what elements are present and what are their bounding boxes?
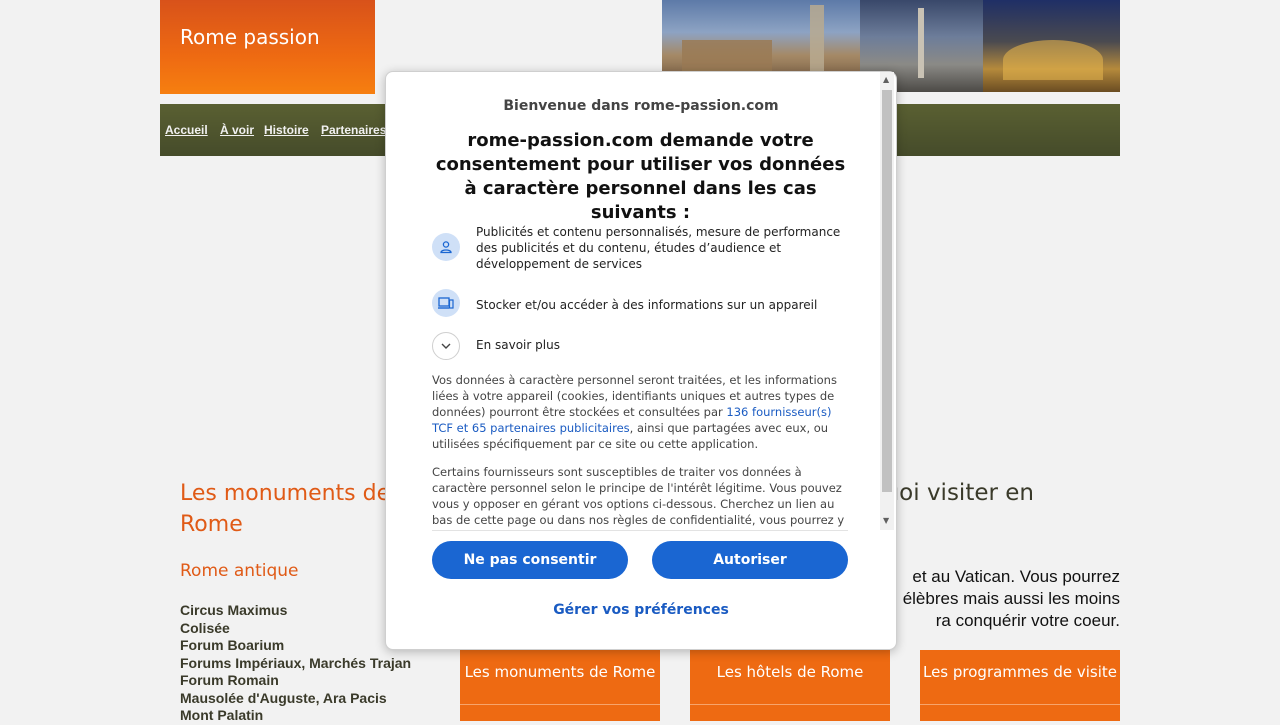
monument-link[interactable]: Colisée — [180, 620, 411, 638]
consent-dialog: Bienvenue dans rome-passion.com rome-pas… — [385, 71, 897, 650]
scroll-down-arrow-icon[interactable]: ▼ — [883, 516, 889, 525]
main-intro-text: et au Vatican. Vous pourrez élèbres mais… — [860, 566, 1120, 632]
devices-icon — [432, 289, 460, 317]
intro-line: et au Vatican. Vous pourrez — [912, 567, 1120, 586]
purpose-ads-text: Publicités et contenu personnalisés, mes… — [476, 225, 841, 271]
decline-button[interactable]: Ne pas consentir — [432, 541, 628, 579]
consent-paragraph-2: Certains fournisseurs sont susceptibles … — [432, 465, 845, 530]
nav-link-a-voir[interactable]: À voir — [220, 123, 254, 137]
monument-link[interactable]: Mont Palatin — [180, 707, 411, 725]
consent-scroll-area[interactable]: Bienvenue dans rome-passion.com rome-pas… — [386, 72, 880, 530]
tile-row-2[interactable] — [920, 704, 1120, 721]
purpose-storage-text: Stocker et/ou accéder à des informations… — [476, 298, 818, 312]
consent-welcome: Bienvenue dans rome-passion.com — [503, 98, 779, 114]
site-logo-text: Rome passion — [180, 25, 320, 49]
monument-link[interactable]: Mausolée d'Auguste, Ara Pacis — [180, 690, 411, 708]
consent-title: rome-passion.com demande votre consentem… — [435, 130, 846, 223]
monument-link[interactable]: Circus Maximus — [180, 602, 411, 620]
tile-programmes[interactable]: Les programmes de visite — [920, 650, 1120, 704]
trevi-fountain-photo — [983, 0, 1120, 92]
tile-monuments[interactable]: Les monuments de Rome — [460, 650, 660, 704]
tile-hotels[interactable]: Les hôtels de Rome — [690, 650, 890, 704]
scroll-up-arrow-icon[interactable]: ▲ — [883, 75, 889, 84]
nav-link-histoire[interactable]: Histoire — [264, 123, 309, 137]
monument-link[interactable]: Forums Impériaux, Marchés Trajan — [180, 655, 411, 673]
sidebar-subtitle: Rome antique — [180, 561, 299, 581]
scrollbar-thumb[interactable] — [882, 90, 892, 492]
intro-line: ra conquérir votre coeur. — [935, 611, 1120, 630]
manage-preferences-button[interactable]: Gérer vos préférences — [386, 602, 896, 618]
user-icon — [432, 233, 460, 261]
tile-row-2[interactable] — [690, 704, 890, 721]
accept-button[interactable]: Autoriser — [652, 541, 848, 579]
sidebar-title: Les monuments de Rome — [180, 481, 391, 537]
monument-link[interactable]: Forum Boarium — [180, 637, 411, 655]
site-logo-box[interactable]: Rome passion — [160, 0, 375, 94]
intro-line: élèbres mais aussi les moins — [902, 589, 1120, 608]
learn-more-link[interactable]: En savoir plus — [476, 338, 560, 352]
tile-row-2[interactable] — [460, 704, 660, 721]
monument-link[interactable]: Forum Romain — [180, 672, 411, 690]
chevron-down-icon[interactable] — [432, 332, 460, 360]
nav-link-accueil[interactable]: Accueil — [165, 123, 208, 137]
monument-list: Circus Maximus Colisée Forum Boarium For… — [180, 602, 411, 725]
nav-link-partenaires[interactable]: Partenaires — [321, 123, 386, 137]
scrollbar[interactable]: ▲ ▼ — [880, 72, 894, 530]
consent-paragraph-1: Vos données à caractère personnel seront… — [432, 372, 848, 452]
divider — [432, 530, 848, 531]
